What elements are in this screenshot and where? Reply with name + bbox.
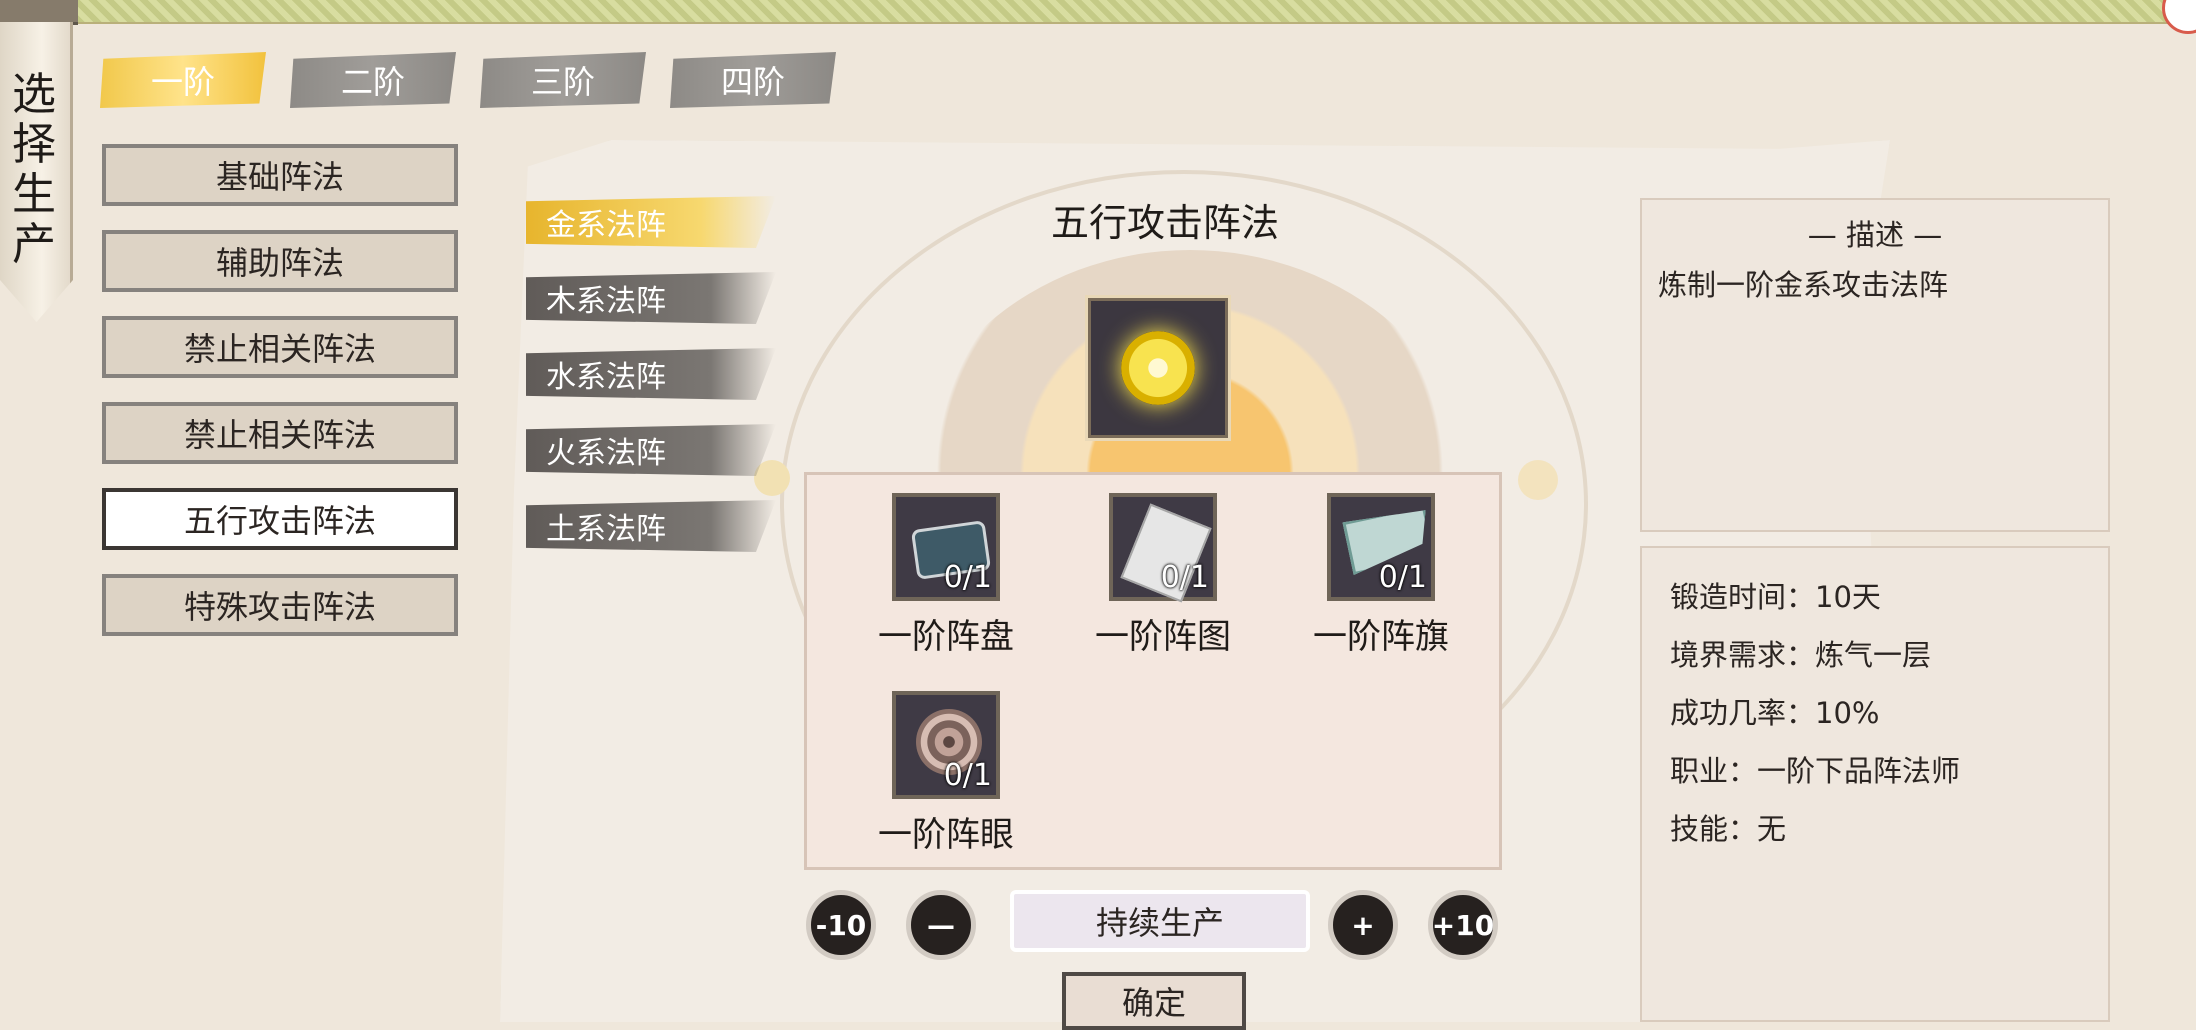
plus-button[interactable]: + (1328, 890, 1398, 960)
category-special-attack-array[interactable]: 特殊攻击阵法 (102, 574, 458, 636)
material-count: 0/1 (1160, 560, 1209, 595)
description-panel: — 描述 — 炼制一阶金系攻击法阵 (1640, 198, 2110, 532)
tab-tier-3[interactable]: 三阶 (480, 52, 646, 108)
category-support-array[interactable]: 辅助阵法 (102, 230, 458, 292)
recipe-info-panel: 锻造时间：10天 境界需求：炼气一层 成功几率：10% 职业：一阶下品阵法师 技… (1640, 546, 2110, 1022)
recipe-title: 五行攻击阵法 (1050, 201, 1279, 245)
material-name: 一阶阵盘 (878, 617, 1014, 657)
array-flag-icon: 0/1 (1327, 493, 1435, 601)
scroll-cap (0, 0, 78, 25)
minus-button[interactable]: — (906, 890, 976, 960)
right-orb-icon (1518, 460, 1558, 500)
element-earth[interactable]: 土系法阵 (526, 500, 776, 552)
material-count: 0/1 (943, 560, 992, 595)
tab-tier-4[interactable]: 四阶 (670, 52, 836, 108)
category-five-elements-attack-array[interactable]: 五行攻击阵法 (102, 488, 458, 550)
material-array-eye[interactable]: 0/1 一阶阵眼 (871, 691, 1021, 856)
array-eye-icon: 0/1 (892, 691, 1000, 799)
material-name: 一阶阵旗 (1313, 617, 1449, 657)
continuous-production-field[interactable]: 持续生产 (1010, 890, 1310, 952)
material-count: 0/1 (1378, 560, 1427, 595)
materials-panel: 0/1 一阶阵盘 0/1 一阶阵图 0/1 一阶阵旗 0/1 一阶阵眼 (804, 472, 1502, 870)
success-rate: 成功几率：10% (1670, 696, 1880, 730)
confirm-button[interactable]: 确定 (1062, 972, 1246, 1030)
plus-ten-button[interactable]: +10 (1428, 890, 1498, 960)
material-array-disc[interactable]: 0/1 一阶阵盘 (871, 493, 1021, 658)
minus-ten-button[interactable]: -10 (806, 890, 876, 960)
quantity-controls: -10 — 持续生产 + +10 (806, 890, 1510, 960)
category-list: 基础阵法 辅助阵法 禁止相关阵法 禁止相关阵法 五行攻击阵法 特殊攻击阵法 (102, 144, 458, 660)
element-metal[interactable]: 金系法阵 (526, 196, 776, 248)
top-border (0, 0, 2196, 24)
element-fire[interactable]: 火系法阵 (526, 424, 776, 476)
golden-array-icon (1088, 298, 1228, 438)
array-disc-icon: 0/1 (892, 493, 1000, 601)
scroll-title: 选择生产 (12, 69, 56, 270)
element-water[interactable]: 水系法阵 (526, 348, 776, 400)
description-heading: — 描述 — (1807, 218, 1943, 252)
tier-tabs: 一阶 二阶 三阶 四阶 (100, 52, 836, 108)
material-array-flag[interactable]: 0/1 一阶阵旗 (1306, 493, 1456, 658)
close-button[interactable] (2162, 0, 2196, 34)
element-type-list: 金系法阵 木系法阵 水系法阵 火系法阵 土系法阵 (526, 196, 776, 576)
array-diagram-icon: 0/1 (1109, 493, 1217, 603)
profession: 职业：一阶下品阵法师 (1670, 754, 1961, 788)
skill: 技能：无 (1670, 812, 1787, 846)
material-count: 0/1 (943, 758, 992, 793)
golden-array-glow (1121, 331, 1195, 405)
element-wood[interactable]: 木系法阵 (526, 272, 776, 324)
realm-requirement: 境界需求：炼气一层 (1670, 638, 1932, 672)
select-production-scroll: 选择生产 (0, 22, 73, 322)
material-name: 一阶阵图 (1095, 617, 1231, 657)
category-forbidden-array-2[interactable]: 禁止相关阵法 (102, 402, 458, 464)
material-array-diagram[interactable]: 0/1 一阶阵图 (1088, 493, 1238, 658)
material-name: 一阶阵眼 (878, 815, 1014, 855)
forging-time: 锻造时间：10天 (1670, 580, 1881, 614)
tab-tier-2[interactable]: 二阶 (290, 52, 456, 108)
tab-tier-1[interactable]: 一阶 (100, 52, 266, 108)
category-forbidden-array-1[interactable]: 禁止相关阵法 (102, 316, 458, 378)
description-text: 炼制一阶金系攻击法阵 (1658, 268, 1949, 302)
category-basic-array[interactable]: 基础阵法 (102, 144, 458, 206)
